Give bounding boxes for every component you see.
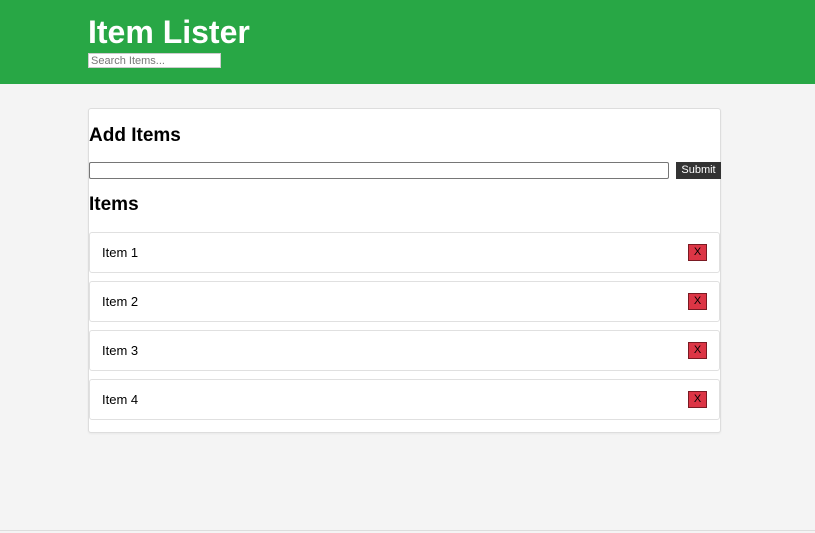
footer-divider: [0, 530, 815, 531]
submit-button[interactable]: Submit: [676, 162, 721, 179]
item-label: Item 2: [102, 294, 139, 309]
add-item-input[interactable]: [89, 162, 669, 179]
list-item: Item 2 X: [89, 281, 720, 322]
list-item: Item 1 X: [89, 232, 720, 273]
main-card: Add Items Submit Items Item 1 X Item 2 X…: [88, 108, 721, 433]
item-list: Item 1 X Item 2 X Item 3 X Item 4 X: [89, 232, 720, 428]
item-label: Item 3: [102, 343, 139, 358]
search-input[interactable]: [88, 53, 221, 68]
list-item: Item 4 X: [89, 379, 720, 420]
delete-button[interactable]: X: [688, 391, 707, 408]
items-title: Items: [89, 194, 139, 215]
item-label: Item 1: [102, 245, 139, 260]
item-label: Item 4: [102, 392, 139, 407]
delete-button[interactable]: X: [688, 293, 707, 310]
app-title: Item Lister: [88, 14, 250, 50]
delete-button[interactable]: X: [688, 244, 707, 261]
add-items-title: Add Items: [89, 125, 181, 146]
list-item: Item 3 X: [89, 330, 720, 371]
delete-button[interactable]: X: [688, 342, 707, 359]
header: Item Lister: [0, 0, 815, 84]
